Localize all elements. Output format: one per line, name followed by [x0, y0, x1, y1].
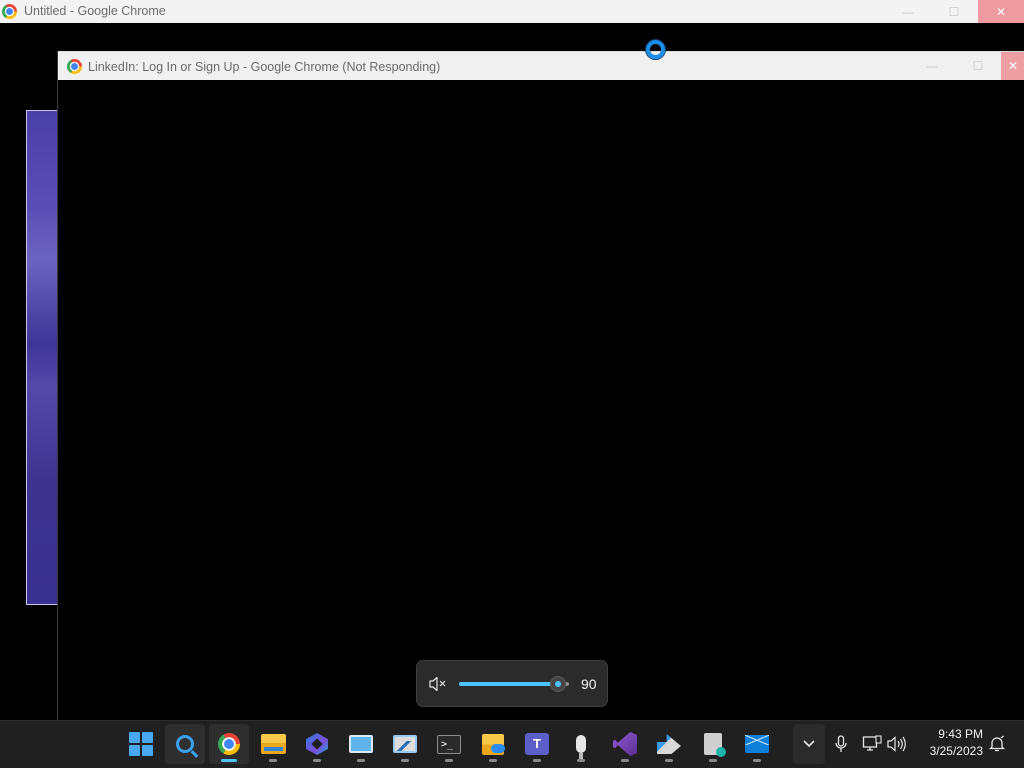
remote-desktop-icon	[349, 735, 373, 753]
volume-flyout: 90	[416, 660, 608, 707]
running-indicator	[313, 759, 321, 762]
foreground-maximize-button[interactable]: ☐	[955, 52, 1001, 80]
background-minimize-button[interactable]: —	[885, 0, 931, 23]
running-indicator	[269, 759, 277, 762]
running-indicator	[221, 759, 237, 762]
background-window-title: Untitled - Google Chrome	[24, 4, 166, 18]
taskbar-developer-tools-button[interactable]	[649, 724, 689, 764]
taskbar-teams-button[interactable]: T	[517, 724, 557, 764]
background-window-titlebar[interactable]: Untitled - Google Chrome — ☐ ✕	[0, 0, 1024, 23]
taskbar-copilot-button[interactable]	[297, 724, 337, 764]
foreground-minimize-button[interactable]: —	[909, 52, 955, 80]
taskbar-mail-button[interactable]	[737, 724, 777, 764]
volume-slider[interactable]	[459, 676, 569, 692]
volume-tray-icon[interactable]	[886, 732, 908, 756]
running-indicator	[401, 759, 409, 762]
foreground-window-titlebar[interactable]: LinkedIn: Log In or Sign Up - Google Chr…	[58, 51, 1024, 80]
search-button[interactable]	[165, 724, 205, 764]
volume-slider-fill	[459, 682, 558, 686]
taskbar-terminal-button[interactable]: >_	[429, 724, 469, 764]
background-window-sliver[interactable]	[26, 110, 58, 605]
onedrive-folder-icon	[482, 733, 505, 755]
taskbar-backup-button[interactable]	[693, 724, 733, 764]
teams-icon: T	[525, 733, 549, 755]
taskbar-voice-recorder-button[interactable]	[561, 724, 601, 764]
chevron-down-icon	[803, 740, 815, 748]
microphone-tray-icon[interactable]	[830, 732, 852, 756]
backup-icon	[704, 733, 726, 757]
taskbar-visual-studio-button[interactable]	[605, 724, 645, 764]
microphone-icon	[576, 735, 586, 759]
mail-icon	[745, 735, 769, 753]
volume-slider-thumb[interactable]	[550, 676, 566, 692]
running-indicator	[665, 759, 673, 762]
volume-value: 90	[581, 676, 597, 692]
taskbar-file-explorer-button[interactable]	[253, 724, 293, 764]
visual-studio-icon	[613, 732, 637, 756]
running-indicator	[533, 759, 541, 762]
running-indicator	[445, 759, 453, 762]
taskbar-performance-monitor-button[interactable]	[385, 724, 425, 764]
foreground-chrome-window[interactable]: LinkedIn: Log In or Sign Up - Google Chr…	[57, 51, 1024, 721]
search-icon	[176, 735, 194, 753]
foreground-window-title: LinkedIn: Log In or Sign Up - Google Chr…	[88, 60, 441, 74]
windows-logo-icon	[129, 732, 153, 756]
terminal-icon: >_	[437, 734, 461, 754]
running-indicator	[621, 759, 629, 762]
background-maximize-button[interactable]: ☐	[931, 0, 977, 23]
taskbar-chrome-button[interactable]	[209, 724, 249, 764]
running-indicator	[489, 759, 497, 762]
notification-bell-icon[interactable]	[986, 732, 1008, 756]
performance-monitor-icon	[393, 735, 417, 753]
chrome-icon	[2, 4, 17, 19]
busy-cursor-icon	[646, 40, 665, 59]
unresponsive-page-content	[58, 80, 1024, 721]
taskbar-remote-desktop-button[interactable]	[341, 724, 381, 764]
folder-icon	[260, 734, 286, 754]
clock-time[interactable]: 9:43 PM	[915, 727, 983, 741]
chrome-icon	[218, 733, 240, 755]
foreground-close-button[interactable]: ✕	[1001, 52, 1024, 80]
chrome-icon	[67, 59, 82, 74]
running-indicator	[357, 759, 365, 762]
network-icon[interactable]	[861, 732, 883, 756]
start-button[interactable]	[121, 724, 161, 764]
show-hidden-icons-button[interactable]	[793, 724, 825, 764]
running-indicator	[753, 759, 761, 762]
running-indicator	[709, 759, 717, 762]
running-indicator	[577, 759, 585, 762]
speaker-muted-icon[interactable]	[429, 676, 449, 692]
copilot-icon	[306, 733, 328, 755]
tools-icon	[657, 734, 681, 754]
background-close-button[interactable]: ✕	[978, 0, 1024, 23]
clock-date[interactable]: 3/25/2023	[915, 744, 983, 758]
taskbar-onedrive-folder-button[interactable]	[473, 724, 513, 764]
